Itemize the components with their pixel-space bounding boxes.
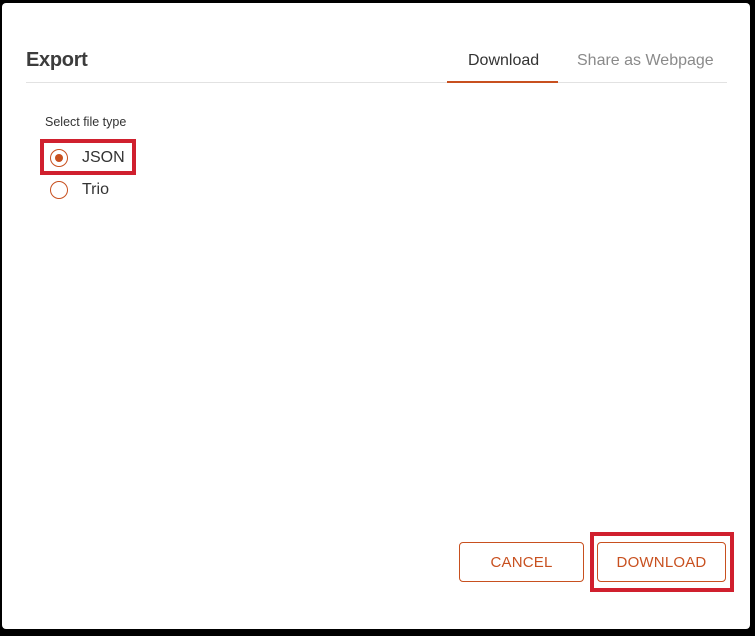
radio-option-trio[interactable]: Trio <box>50 179 109 201</box>
tab-download[interactable]: Download <box>468 52 539 70</box>
export-dialog: Export Download Share as Webpage Select … <box>2 3 750 629</box>
file-type-label: Select file type <box>45 115 127 129</box>
radio-label-trio: Trio <box>82 181 109 198</box>
cancel-button[interactable]: CANCEL <box>459 542 584 582</box>
tab-share-as-webpage[interactable]: Share as Webpage <box>577 52 714 70</box>
dialog-header: Export Download Share as Webpage <box>26 39 727 83</box>
radio-option-json[interactable]: JSON <box>50 147 125 169</box>
download-button[interactable]: DOWNLOAD <box>597 542 726 582</box>
radio-button-trio[interactable] <box>50 181 68 199</box>
radio-selected-dot <box>55 154 63 162</box>
radio-label-json: JSON <box>82 149 125 166</box>
radio-button-json[interactable] <box>50 149 68 167</box>
dialog-title: Export <box>26 49 88 71</box>
active-tab-indicator <box>447 81 558 83</box>
